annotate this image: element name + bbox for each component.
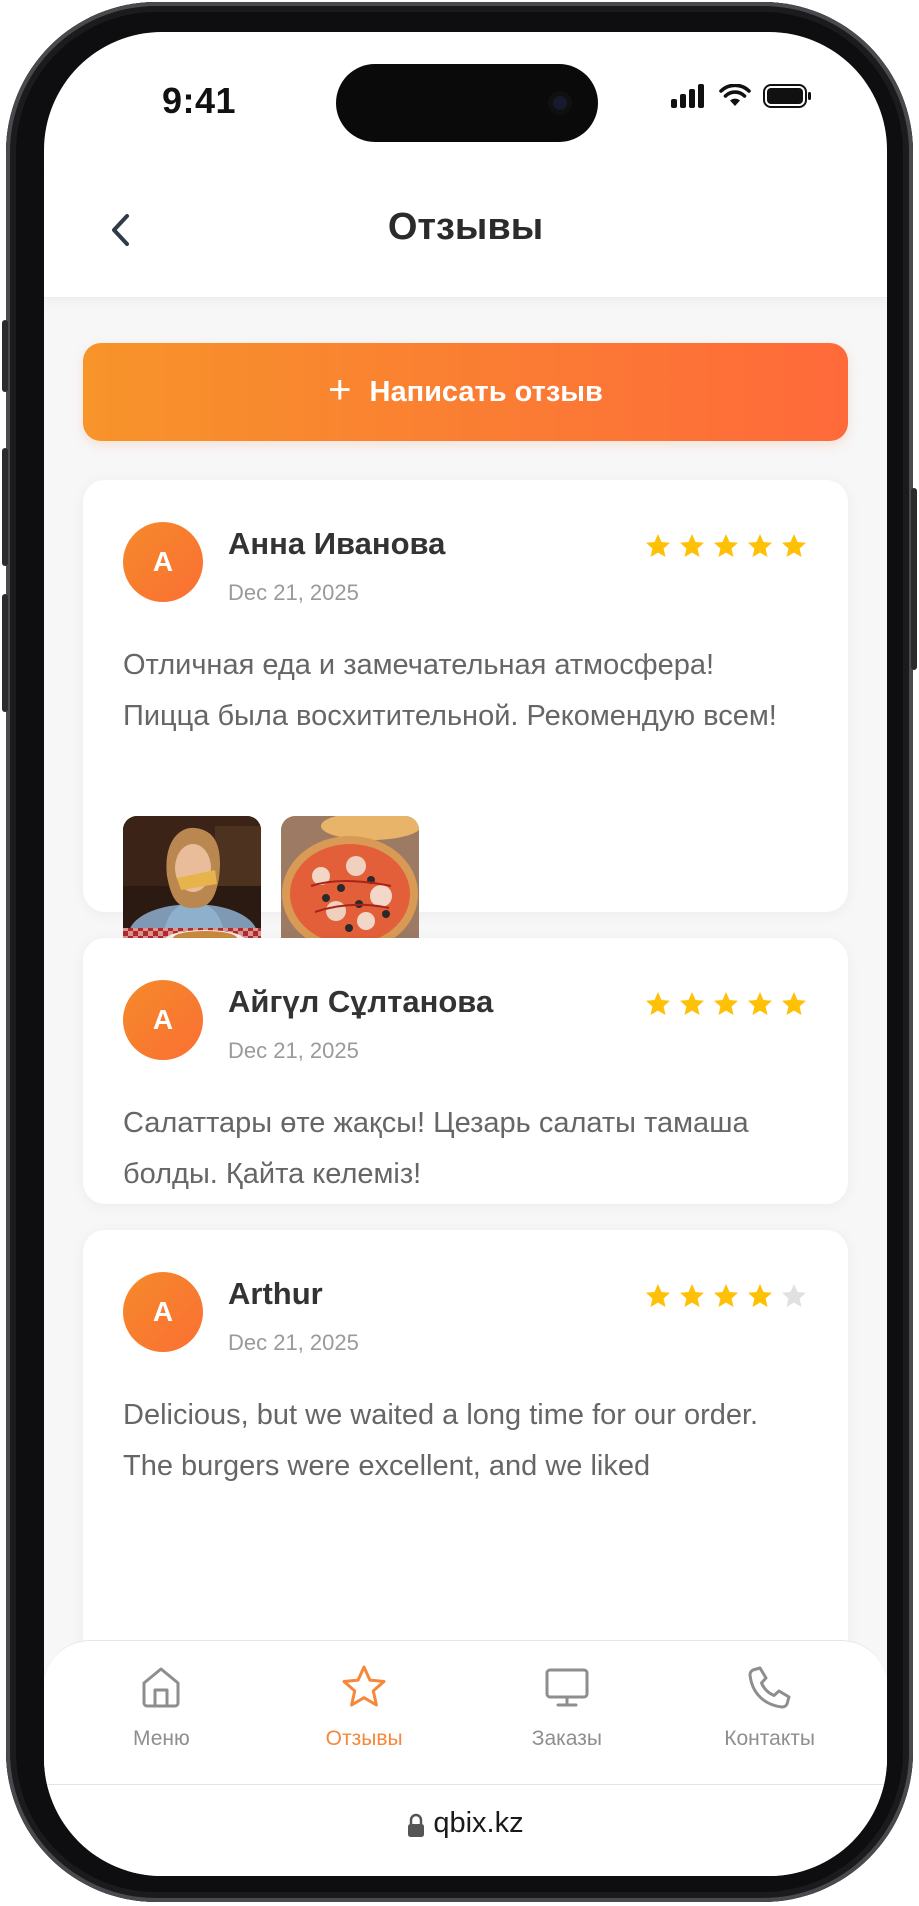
review-card: A Arthur Dec 21, 2025 Delicious, but we … xyxy=(83,1230,848,1678)
phone-frame: 9:41 Отзывы + Написать отзыв А Анна Иван… xyxy=(2,2,917,1902)
star-filled-icon xyxy=(714,992,738,1015)
phone-icon xyxy=(748,1666,791,1709)
review-card: А Айгүл Сұлтанова Dec 21, 2025 Салаттары… xyxy=(83,938,848,1204)
star-filled-icon xyxy=(680,534,704,557)
star-filled-icon xyxy=(646,992,670,1015)
star-filled-icon xyxy=(646,534,670,557)
avatar: A xyxy=(123,1272,203,1352)
rating-stars xyxy=(644,532,808,560)
nav-item-menu[interactable]: Меню xyxy=(76,1641,246,1784)
home-icon xyxy=(142,1667,180,1708)
review-date: Dec 21, 2025 xyxy=(228,1330,359,1355)
nav-item-reviews[interactable]: Отзывы xyxy=(279,1641,449,1784)
nav-label: Меню xyxy=(132,1727,190,1750)
review-photos xyxy=(123,816,419,954)
star-filled-icon xyxy=(748,1284,772,1307)
lock-icon xyxy=(408,1813,425,1837)
woman-eating-pizza-photo[interactable] xyxy=(123,816,261,954)
nav-item-orders[interactable]: Заказы xyxy=(482,1641,652,1784)
power-button xyxy=(911,488,917,670)
wifi-icon xyxy=(719,84,751,106)
review-text: Delicious, but we waited a long time for… xyxy=(123,1399,759,1482)
reviewer-name: Arthur xyxy=(228,1276,323,1311)
volume-down-button xyxy=(2,594,8,712)
review-text: Отличная еда и замечательная атмосфера! … xyxy=(123,649,777,732)
reviews-list[interactable]: + Написать отзыв А Анна Иванова Dec 21, … xyxy=(44,298,887,1678)
write-review-label: Написать отзыв xyxy=(369,375,603,408)
nav-label: Отзывы xyxy=(325,1727,403,1750)
status-time: 9:41 xyxy=(162,80,237,121)
review-text: Салаттары өте жақсы! Цезарь салаты тамаш… xyxy=(123,1107,749,1190)
pizza-photo[interactable] xyxy=(281,816,419,954)
write-review-button[interactable]: + Написать отзыв xyxy=(83,343,848,441)
reviewer-name: Айгүл Сұлтанова xyxy=(228,984,494,1019)
star-filled-icon xyxy=(646,1284,670,1307)
star-icon xyxy=(342,1665,386,1707)
star-filled-icon xyxy=(748,992,772,1015)
plus-icon: + xyxy=(328,368,352,412)
avatar: А xyxy=(123,980,203,1060)
signal-icon xyxy=(671,84,704,108)
star-filled-icon xyxy=(680,992,704,1015)
camera-icon xyxy=(548,91,572,115)
reviewer-name: Анна Иванова xyxy=(228,526,446,561)
status-bar: 9:41 xyxy=(44,32,887,172)
battery-icon xyxy=(763,84,811,108)
browser-url-bar[interactable]: qbix.kz xyxy=(44,1784,887,1876)
star-filled-icon xyxy=(782,992,806,1015)
monitor-icon xyxy=(545,1668,589,1707)
rating-stars xyxy=(644,1282,808,1310)
rating-stars xyxy=(644,990,808,1018)
app-header: Отзывы xyxy=(44,172,887,298)
nav-label: Контакты xyxy=(724,1727,815,1750)
star-filled-icon xyxy=(782,534,806,557)
avatar: А xyxy=(123,522,203,602)
nav-item-contacts[interactable]: Контакты xyxy=(685,1641,855,1784)
nav-label: Заказы xyxy=(531,1727,602,1750)
star-filled-icon xyxy=(748,534,772,557)
url-text: qbix.kz xyxy=(433,1807,524,1839)
star-filled-icon xyxy=(680,1284,704,1307)
status-icons xyxy=(671,84,813,108)
dynamic-island xyxy=(336,64,598,142)
star-filled-icon xyxy=(714,1284,738,1307)
bottom-navigation: Меню Отзывы Заказы Контакты xyxy=(44,1640,887,1784)
screen: 9:41 Отзывы + Написать отзыв А Анна Иван… xyxy=(44,32,887,1876)
mute-switch xyxy=(2,320,8,392)
review-date: Dec 21, 2025 xyxy=(228,580,359,605)
star-filled-icon xyxy=(714,534,738,557)
review-date: Dec 21, 2025 xyxy=(228,1038,359,1063)
volume-up-button xyxy=(2,448,8,566)
star-empty-icon xyxy=(782,1284,806,1307)
page-title: Отзывы xyxy=(387,206,544,248)
review-card: А Анна Иванова Dec 21, 2025 Отличная еда… xyxy=(83,480,848,954)
